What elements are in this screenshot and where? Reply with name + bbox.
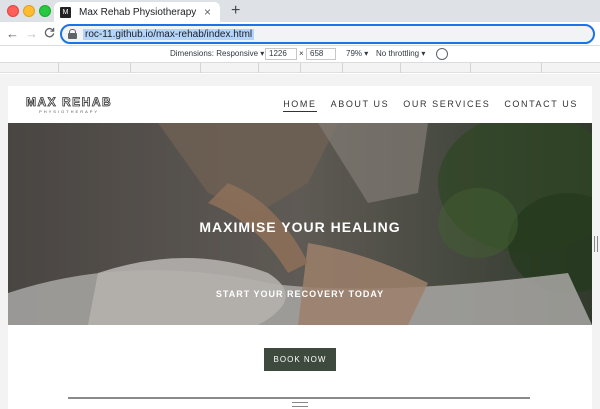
site-header: MAX REHAB PHYSIOTHERAPY HOME ABOUT US OU… — [8, 86, 592, 123]
hero-title: MAXIMISE YOUR HEALING — [199, 219, 401, 235]
forward-icon[interactable]: → — [25, 25, 38, 43]
minimize-window-icon[interactable] — [23, 5, 35, 17]
site-logo[interactable]: MAX REHAB PHYSIOTHERAPY — [26, 96, 112, 114]
bottom-resize-handle[interactable] — [292, 402, 308, 407]
cta-section: BOOK NOW — [8, 325, 592, 409]
browser-tab-bar: M Max Rehab Physiotherapy × + — [0, 0, 600, 22]
new-tab-button[interactable]: + — [231, 2, 240, 20]
logo-text: MAX REHAB — [26, 95, 113, 109]
address-bar[interactable]: roc-11.github.io/max-rehab/index.html — [60, 24, 595, 44]
logo-subtext: PHYSIOTHERAPY — [39, 109, 100, 114]
dimensions-label: Dimensions: Responsive — [170, 49, 259, 58]
back-icon[interactable]: ← — [6, 25, 19, 43]
lock-icon[interactable] — [68, 29, 77, 39]
nav-link-home[interactable]: HOME — [283, 99, 317, 112]
browser-tab[interactable]: M Max Rehab Physiotherapy × — [54, 2, 220, 22]
width-input[interactable]: 1226 — [265, 48, 297, 60]
throttling-label: No throttling — [376, 49, 420, 58]
rotate-icon[interactable] — [436, 48, 448, 60]
nav-link-our-services[interactable]: OUR SERVICES — [403, 99, 490, 112]
main-nav: HOME ABOUT US OUR SERVICES CONTACT US — [283, 99, 578, 112]
hero-subtitle: START YOUR RECOVERY TODAY — [215, 289, 385, 299]
chevron-down-icon: ▾ — [421, 49, 426, 58]
dimensions-dropdown[interactable]: Dimensions: Responsive ▾ — [170, 49, 264, 58]
right-resize-handle[interactable] — [594, 236, 598, 252]
height-input[interactable]: 658 — [306, 48, 336, 60]
zoom-label: 79% — [346, 49, 363, 58]
maximize-window-icon[interactable] — [39, 5, 51, 17]
website-page: MAX REHAB PHYSIOTHERAPY HOME ABOUT US OU… — [8, 86, 592, 409]
chevron-down-icon: ▾ — [364, 49, 369, 58]
nav-link-about-us[interactable]: ABOUT US — [331, 99, 390, 112]
reload-icon[interactable] — [44, 25, 55, 43]
favicon-icon: M — [60, 6, 71, 18]
browser-toolbar: ← → roc-11.github.io/max-rehab/index.htm… — [0, 22, 600, 46]
media-query-bar — [0, 63, 600, 73]
hero-section: MAXIMISE YOUR HEALING START YOUR RECOVER… — [8, 123, 592, 325]
nav-link-contact-us[interactable]: CONTACT US — [504, 99, 578, 112]
close-window-icon[interactable] — [7, 5, 19, 17]
times-label: × — [299, 49, 304, 58]
chevron-down-icon: ▾ — [260, 49, 265, 58]
url-text[interactable]: roc-11.github.io/max-rehab/index.html — [83, 28, 255, 40]
device-toolbar: Dimensions: Responsive ▾ 1226 × 658 79% … — [0, 46, 600, 63]
tab-close-icon[interactable]: × — [204, 5, 211, 19]
book-now-button[interactable]: BOOK NOW — [264, 348, 336, 371]
horizontal-scrollbar[interactable] — [68, 397, 530, 399]
throttling-dropdown[interactable]: No throttling ▾ — [376, 49, 425, 58]
tab-title: Max Rehab Physiotherapy — [79, 6, 197, 18]
zoom-dropdown[interactable]: 79% ▾ — [346, 49, 368, 58]
